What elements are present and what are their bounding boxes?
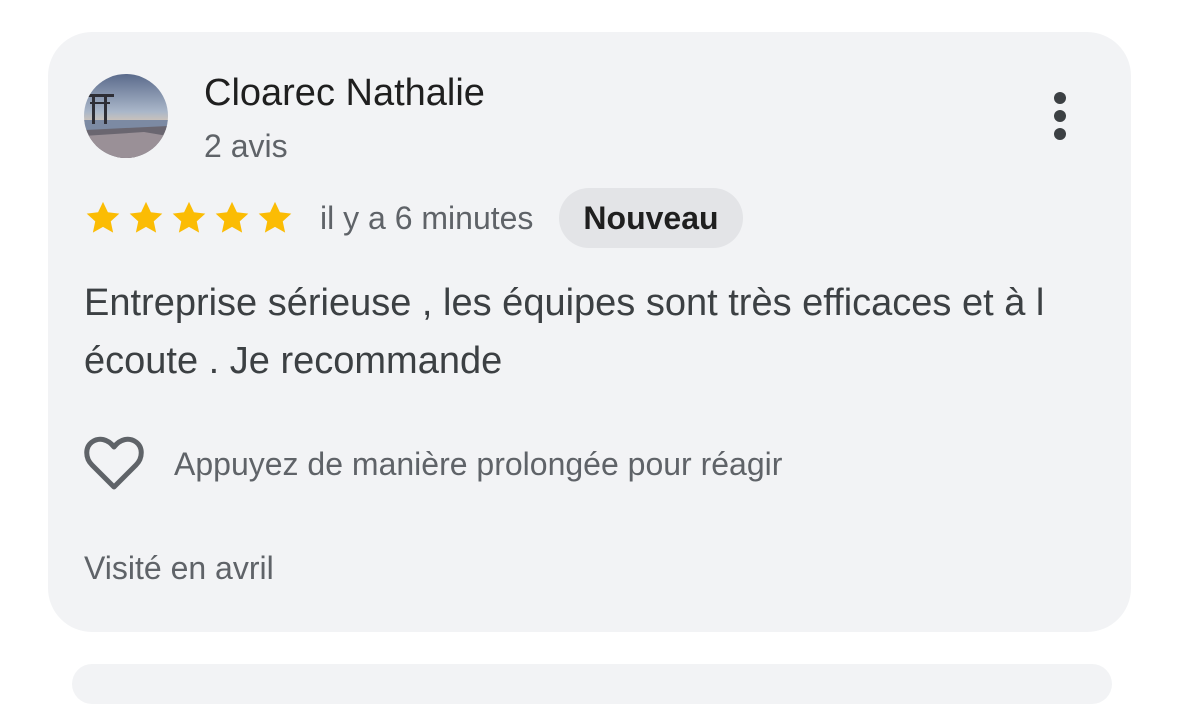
author-name[interactable]: Cloarec Nathalie bbox=[204, 70, 485, 116]
more-options-button[interactable] bbox=[1036, 88, 1084, 144]
star-rating bbox=[84, 199, 294, 237]
review-card: Cloarec Nathalie 2 avis il y a 6 minutes… bbox=[48, 32, 1131, 632]
avatar-photo bbox=[84, 74, 168, 158]
avatar[interactable] bbox=[84, 74, 168, 158]
more-vert-icon bbox=[1054, 92, 1066, 140]
star-icon bbox=[258, 201, 292, 233]
reaction-hint: Appuyez de manière prolongée pour réagir bbox=[174, 445, 783, 482]
star-icon bbox=[215, 201, 249, 233]
author-review-count[interactable]: 2 avis bbox=[204, 126, 288, 166]
review-text: Entreprise sérieuse , les équipes sont t… bbox=[84, 282, 1045, 382]
heart-outline-icon[interactable] bbox=[84, 436, 144, 492]
new-badge: Nouveau bbox=[559, 188, 743, 248]
rating-row: il y a 6 minutes Nouveau bbox=[84, 188, 743, 248]
next-review-card-edge bbox=[72, 664, 1112, 704]
star-icon bbox=[129, 201, 163, 233]
star-icon bbox=[172, 201, 206, 233]
reaction-row[interactable]: Appuyez de manière prolongée pour réagir bbox=[84, 434, 782, 494]
star-icon bbox=[86, 201, 120, 233]
review-timestamp: il y a 6 minutes bbox=[320, 199, 534, 236]
visited-date: Visité en avril bbox=[84, 550, 274, 586]
